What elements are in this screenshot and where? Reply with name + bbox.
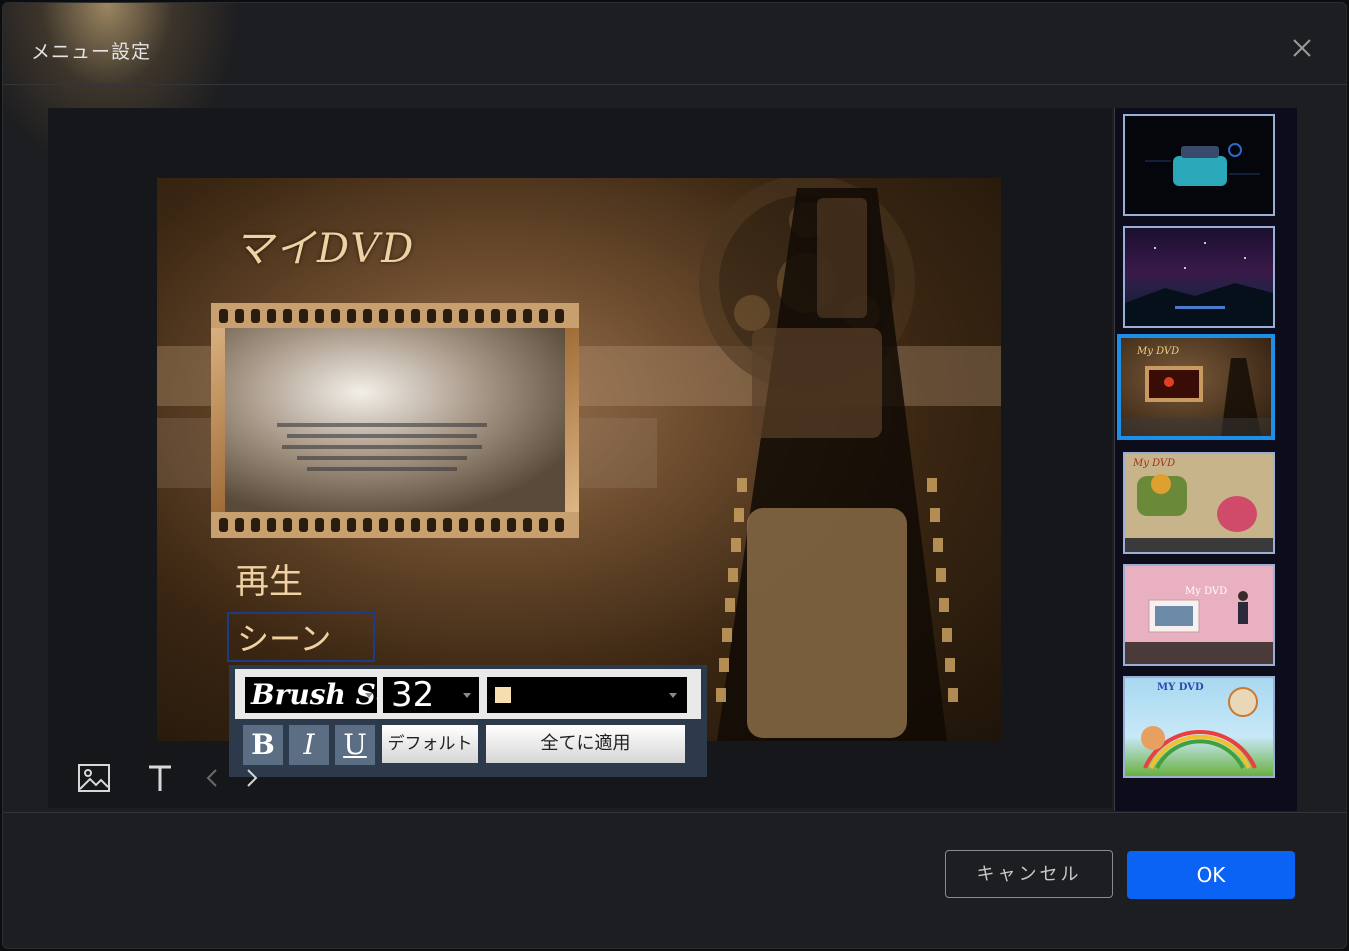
- menu-title-text[interactable]: マイDVD: [233, 216, 415, 274]
- text-selection-box[interactable]: [227, 612, 375, 662]
- font-dropdown-caret-icon: [365, 693, 373, 698]
- footer-divider: [3, 812, 1346, 813]
- size-dropdown-caret-icon: [463, 693, 471, 698]
- template-tech[interactable]: [1123, 114, 1275, 216]
- template-kids[interactable]: MY DVD: [1123, 676, 1275, 778]
- template-film[interactable]: My DVD: [1117, 334, 1275, 440]
- template-kids-label: MY DVD: [1157, 682, 1204, 693]
- template-list[interactable]: My DVD My DVD My DVD MY DVD: [1114, 108, 1297, 811]
- cancel-button[interactable]: キャンセル: [945, 850, 1113, 898]
- template-night-sky-preview: [1125, 242, 1273, 326]
- font-select[interactable]: Brush Script: [245, 677, 377, 713]
- format-toolbar-top-row: Brush Script 32: [235, 669, 701, 719]
- color-dropdown-caret-icon: [669, 693, 677, 698]
- dialog-title: メニュー設定: [31, 41, 152, 63]
- template-night-sky[interactable]: [1123, 226, 1275, 328]
- template-tech-preview: [1145, 143, 1260, 186]
- template-birthday-label: My DVD: [1133, 458, 1176, 469]
- play-menu-item[interactable]: 再生: [235, 554, 303, 603]
- color-swatch: [495, 687, 511, 703]
- template-wedding-preview: [1125, 591, 1273, 664]
- ok-button[interactable]: OK: [1127, 851, 1295, 899]
- image-icon[interactable]: [77, 763, 111, 793]
- italic-button[interactable]: I: [289, 725, 329, 765]
- template-wedding[interactable]: My DVD: [1123, 564, 1275, 666]
- template-birthday[interactable]: My DVD: [1123, 452, 1275, 554]
- chevron-left-icon[interactable]: [205, 767, 219, 789]
- apply-all-button[interactable]: 全てに適用: [486, 725, 685, 763]
- close-icon[interactable]: [1287, 33, 1317, 63]
- template-film-label: My DVD: [1137, 346, 1180, 357]
- header-divider: [3, 84, 1346, 85]
- chevron-right-icon[interactable]: [245, 767, 259, 789]
- text-icon[interactable]: [147, 763, 173, 793]
- template-wedding-label: My DVD: [1185, 586, 1228, 597]
- default-button[interactable]: デフォルト: [382, 725, 478, 763]
- font-color-select[interactable]: [487, 677, 687, 713]
- photo-frame: [211, 303, 579, 538]
- underline-button[interactable]: U: [335, 725, 375, 765]
- bold-button[interactable]: B: [243, 725, 283, 765]
- text-format-toolbar: Brush Script 32 B I U デフォルト 全てに適用: [229, 665, 707, 777]
